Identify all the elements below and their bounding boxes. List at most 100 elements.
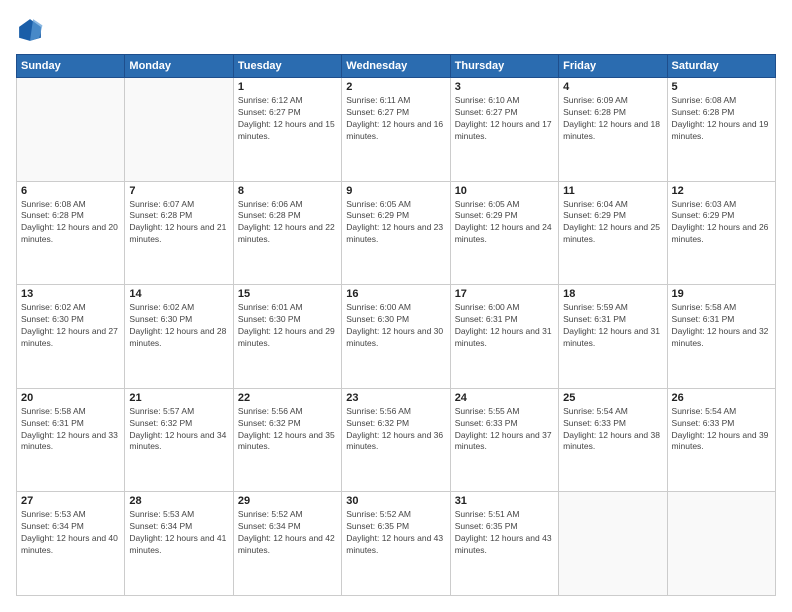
weekday-header-saturday: Saturday bbox=[667, 55, 775, 78]
day-number: 5 bbox=[672, 81, 771, 93]
day-number: 1 bbox=[238, 81, 337, 93]
day-number: 22 bbox=[238, 392, 337, 404]
day-number: 15 bbox=[238, 288, 337, 300]
day-info: Sunrise: 6:02 AMSunset: 6:30 PMDaylight:… bbox=[129, 302, 228, 350]
day-number: 17 bbox=[455, 288, 554, 300]
calendar-cell: 7 Sunrise: 6:07 AMSunset: 6:28 PMDaylight… bbox=[125, 181, 233, 285]
page: SundayMondayTuesdayWednesdayThursdayFrid… bbox=[0, 0, 792, 612]
calendar-week-1: 1 Sunrise: 6:12 AMSunset: 6:27 PMDaylight… bbox=[17, 78, 776, 182]
day-number: 10 bbox=[455, 185, 554, 197]
calendar-table: SundayMondayTuesdayWednesdayThursdayFrid… bbox=[16, 54, 776, 596]
calendar-cell: 27 Sunrise: 5:53 AMSunset: 6:34 PMDayligh… bbox=[17, 492, 125, 596]
day-info: Sunrise: 6:03 AMSunset: 6:29 PMDaylight:… bbox=[672, 199, 771, 247]
day-info: Sunrise: 5:56 AMSunset: 6:32 PMDaylight:… bbox=[346, 406, 445, 454]
day-info: Sunrise: 6:10 AMSunset: 6:27 PMDaylight:… bbox=[455, 95, 554, 143]
calendar-cell: 3 Sunrise: 6:10 AMSunset: 6:27 PMDaylight… bbox=[450, 78, 558, 182]
calendar-week-3: 13Sunrise: 6:02 AMSunset: 6:30 PMDayligh… bbox=[17, 285, 776, 389]
calendar-cell: 21 Sunrise: 5:57 AMSunset: 6:32 PMDayligh… bbox=[125, 388, 233, 492]
calendar-cell: 29 Sunrise: 5:52 AMSunset: 6:34 PMDayligh… bbox=[233, 492, 341, 596]
calendar-cell: 19Sunrise: 5:58 AMSunset: 6:31 PMDayligh… bbox=[667, 285, 775, 389]
calendar-cell: 5Sunrise: 6:08 AMSunset: 6:28 PMDaylight… bbox=[667, 78, 775, 182]
day-info: Sunrise: 6:05 AMSunset: 6:29 PMDaylight:… bbox=[455, 199, 554, 247]
day-number: 21 bbox=[129, 392, 228, 404]
day-number: 16 bbox=[346, 288, 445, 300]
calendar-week-4: 20Sunrise: 5:58 AMSunset: 6:31 PMDayligh… bbox=[17, 388, 776, 492]
calendar-cell bbox=[125, 78, 233, 182]
day-number: 4 bbox=[563, 81, 662, 93]
calendar-cell: 22Sunrise: 5:56 AMSunset: 6:32 PMDayligh… bbox=[233, 388, 341, 492]
calendar-cell: 14 Sunrise: 6:02 AMSunset: 6:30 PMDayligh… bbox=[125, 285, 233, 389]
day-info: Sunrise: 6:00 AMSunset: 6:30 PMDaylight:… bbox=[346, 302, 445, 350]
weekday-header-friday: Friday bbox=[559, 55, 667, 78]
calendar-cell: 4 Sunrise: 6:09 AMSunset: 6:28 PMDaylight… bbox=[559, 78, 667, 182]
day-number: 6 bbox=[21, 185, 120, 197]
calendar-cell: 30 Sunrise: 5:52 AMSunset: 6:35 PMDayligh… bbox=[342, 492, 450, 596]
weekday-header-tuesday: Tuesday bbox=[233, 55, 341, 78]
day-info: Sunrise: 5:54 AMSunset: 6:33 PMDaylight:… bbox=[672, 406, 771, 454]
day-info: Sunrise: 6:08 AMSunset: 6:28 PMDaylight:… bbox=[21, 199, 120, 247]
day-number: 29 bbox=[238, 495, 337, 507]
day-info: Sunrise: 6:11 AMSunset: 6:27 PMDaylight:… bbox=[346, 95, 445, 143]
calendar-week-5: 27 Sunrise: 5:53 AMSunset: 6:34 PMDayligh… bbox=[17, 492, 776, 596]
calendar-cell: 9 Sunrise: 6:05 AMSunset: 6:29 PMDaylight… bbox=[342, 181, 450, 285]
day-number: 25 bbox=[563, 392, 662, 404]
calendar-week-2: 6 Sunrise: 6:08 AMSunset: 6:28 PMDaylight… bbox=[17, 181, 776, 285]
weekday-header-thursday: Thursday bbox=[450, 55, 558, 78]
day-number: 26 bbox=[672, 392, 771, 404]
calendar-cell: 17 Sunrise: 6:00 AMSunset: 6:31 PMDayligh… bbox=[450, 285, 558, 389]
day-number: 28 bbox=[129, 495, 228, 507]
day-info: Sunrise: 6:05 AMSunset: 6:29 PMDaylight:… bbox=[346, 199, 445, 247]
day-info: Sunrise: 5:52 AMSunset: 6:35 PMDaylight:… bbox=[346, 509, 445, 557]
day-info: Sunrise: 5:59 AMSunset: 6:31 PMDaylight:… bbox=[563, 302, 662, 350]
day-number: 2 bbox=[346, 81, 445, 93]
calendar-cell: 2 Sunrise: 6:11 AMSunset: 6:27 PMDaylight… bbox=[342, 78, 450, 182]
day-info: Sunrise: 5:54 AMSunset: 6:33 PMDaylight:… bbox=[563, 406, 662, 454]
header bbox=[16, 16, 776, 44]
day-number: 3 bbox=[455, 81, 554, 93]
weekday-header-sunday: Sunday bbox=[17, 55, 125, 78]
calendar-cell bbox=[17, 78, 125, 182]
day-number: 19 bbox=[672, 288, 771, 300]
day-number: 18 bbox=[563, 288, 662, 300]
day-number: 11 bbox=[563, 185, 662, 197]
day-info: Sunrise: 5:52 AMSunset: 6:34 PMDaylight:… bbox=[238, 509, 337, 557]
calendar-cell: 11Sunrise: 6:04 AMSunset: 6:29 PMDayligh… bbox=[559, 181, 667, 285]
weekday-header-row: SundayMondayTuesdayWednesdayThursdayFrid… bbox=[17, 55, 776, 78]
day-info: Sunrise: 5:58 AMSunset: 6:31 PMDaylight:… bbox=[21, 406, 120, 454]
weekday-header-monday: Monday bbox=[125, 55, 233, 78]
day-number: 30 bbox=[346, 495, 445, 507]
day-info: Sunrise: 5:55 AMSunset: 6:33 PMDaylight:… bbox=[455, 406, 554, 454]
calendar-cell: 12Sunrise: 6:03 AMSunset: 6:29 PMDayligh… bbox=[667, 181, 775, 285]
day-number: 27 bbox=[21, 495, 120, 507]
calendar-cell: 16 Sunrise: 6:00 AMSunset: 6:30 PMDayligh… bbox=[342, 285, 450, 389]
day-info: Sunrise: 5:57 AMSunset: 6:32 PMDaylight:… bbox=[129, 406, 228, 454]
calendar-cell: 31Sunrise: 5:51 AMSunset: 6:35 PMDayligh… bbox=[450, 492, 558, 596]
calendar-cell: 10 Sunrise: 6:05 AMSunset: 6:29 PMDayligh… bbox=[450, 181, 558, 285]
day-info: Sunrise: 6:02 AMSunset: 6:30 PMDaylight:… bbox=[21, 302, 120, 350]
calendar-cell: 28Sunrise: 5:53 AMSunset: 6:34 PMDayligh… bbox=[125, 492, 233, 596]
day-info: Sunrise: 6:00 AMSunset: 6:31 PMDaylight:… bbox=[455, 302, 554, 350]
day-number: 24 bbox=[455, 392, 554, 404]
day-info: Sunrise: 6:07 AMSunset: 6:28 PMDaylight:… bbox=[129, 199, 228, 247]
calendar-cell: 1 Sunrise: 6:12 AMSunset: 6:27 PMDaylight… bbox=[233, 78, 341, 182]
day-number: 7 bbox=[129, 185, 228, 197]
calendar-cell bbox=[667, 492, 775, 596]
calendar-cell: 25 Sunrise: 5:54 AMSunset: 6:33 PMDayligh… bbox=[559, 388, 667, 492]
day-info: Sunrise: 6:01 AMSunset: 6:30 PMDaylight:… bbox=[238, 302, 337, 350]
day-number: 8 bbox=[238, 185, 337, 197]
calendar-cell: 20Sunrise: 5:58 AMSunset: 6:31 PMDayligh… bbox=[17, 388, 125, 492]
calendar-cell: 6 Sunrise: 6:08 AMSunset: 6:28 PMDaylight… bbox=[17, 181, 125, 285]
day-number: 31 bbox=[455, 495, 554, 507]
day-info: Sunrise: 6:12 AMSunset: 6:27 PMDaylight:… bbox=[238, 95, 337, 143]
day-number: 9 bbox=[346, 185, 445, 197]
calendar-cell: 18 Sunrise: 5:59 AMSunset: 6:31 PMDayligh… bbox=[559, 285, 667, 389]
day-info: Sunrise: 6:09 AMSunset: 6:28 PMDaylight:… bbox=[563, 95, 662, 143]
day-number: 14 bbox=[129, 288, 228, 300]
day-number: 23 bbox=[346, 392, 445, 404]
calendar-cell: 15 Sunrise: 6:01 AMSunset: 6:30 PMDayligh… bbox=[233, 285, 341, 389]
calendar-cell: 26 Sunrise: 5:54 AMSunset: 6:33 PMDayligh… bbox=[667, 388, 775, 492]
calendar-cell: 24 Sunrise: 5:55 AMSunset: 6:33 PMDayligh… bbox=[450, 388, 558, 492]
day-info: Sunrise: 5:53 AMSunset: 6:34 PMDaylight:… bbox=[21, 509, 120, 557]
calendar-cell: 8 Sunrise: 6:06 AMSunset: 6:28 PMDaylight… bbox=[233, 181, 341, 285]
day-info: Sunrise: 6:06 AMSunset: 6:28 PMDaylight:… bbox=[238, 199, 337, 247]
